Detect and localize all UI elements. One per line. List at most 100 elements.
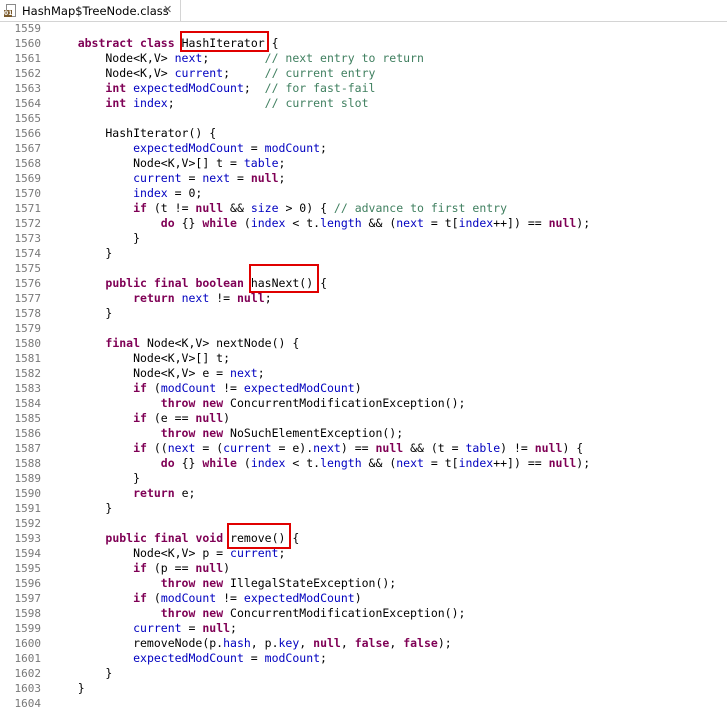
code-token: length (320, 216, 362, 230)
code-token: null (548, 216, 577, 230)
code-token: table (243, 156, 279, 170)
code-token: {} (174, 216, 203, 230)
line-number: 1601 (14, 652, 42, 665)
code-text: } (50, 666, 112, 681)
code-token: key (278, 636, 300, 650)
code-text: Node<K,V>[] t; (50, 351, 230, 366)
code-token: index (250, 456, 286, 470)
code-token: ( (236, 216, 251, 230)
code-token: ) (354, 591, 362, 605)
code-token: ); (437, 636, 452, 650)
code-token: && (223, 201, 251, 215)
code-token: {} (174, 456, 203, 470)
code-token: remove() { (223, 531, 300, 545)
code-token: , (299, 636, 314, 650)
code-token: null (236, 291, 265, 305)
code-token: next (181, 291, 210, 305)
code-token: } (50, 501, 113, 515)
line-number: 1577 (14, 292, 42, 305)
line-number: 1595 (14, 562, 42, 575)
line-number: 1580 (14, 337, 42, 350)
code-token: = ( (195, 441, 224, 455)
line-number: 1578 (14, 307, 42, 320)
editor-tab[interactable]: 01 HashMap$TreeNode.class ✕ (0, 0, 181, 21)
code-text: abstract class HashIterator { (50, 36, 279, 51)
line-number: 1574 (14, 247, 42, 260)
line-number: 1590 (14, 487, 42, 500)
line-number: 1592 (14, 517, 42, 530)
line-number: 1585 (14, 412, 42, 425)
code-token: null (195, 561, 224, 575)
code-token: current (133, 171, 182, 185)
code-token: = e). (271, 441, 314, 455)
code-token: next (174, 51, 203, 65)
code-token: current (174, 66, 224, 80)
code-token: ) != (500, 441, 535, 455)
code-token: index (133, 186, 168, 200)
code-token: throw (160, 426, 196, 440)
line-number: 1572 (14, 217, 42, 230)
code-token: } (50, 666, 113, 680)
code-token: next (167, 441, 196, 455)
code-text: } (50, 306, 112, 321)
code-token: ; (278, 171, 286, 185)
code-token: new (202, 426, 224, 440)
code-token: ; (243, 81, 265, 95)
code-token: ; (230, 621, 237, 635)
line-number: 1568 (14, 157, 42, 170)
code-token: expectedModCount (243, 591, 355, 605)
code-text: return next != null; (50, 291, 272, 306)
code-token: && (t = (403, 441, 466, 455)
close-tab-icon[interactable]: ✕ (163, 3, 172, 16)
code-token: } (50, 231, 141, 245)
code-token: null (250, 171, 279, 185)
line-number: 1560 (14, 37, 42, 50)
code-text: throw new IllegalStateException(); (50, 576, 396, 591)
code-token: null (313, 636, 341, 650)
code-token: } (50, 681, 85, 695)
code-text: return e; (50, 486, 195, 501)
code-token: if (133, 411, 147, 425)
code-editor[interactable]: 1559 1560 abstract class HashIterator {15… (0, 21, 727, 710)
code-token: final (153, 276, 189, 290)
code-token: // next entry to return (264, 51, 424, 65)
code-token: ; (320, 141, 327, 155)
code-token: = (230, 171, 251, 185)
code-token: null (195, 201, 224, 215)
code-token: && ( (361, 216, 397, 230)
line-number: 1584 (14, 397, 42, 410)
line-number: 1561 (14, 52, 42, 65)
code-token: ; (167, 96, 265, 110)
code-text: removeNode(p.hash, p.key, null, false, f… (50, 636, 452, 651)
code-token: ) (223, 561, 231, 575)
line-number: 1562 (14, 67, 42, 80)
code-token: if (133, 381, 147, 395)
code-token: public (105, 276, 147, 290)
code-token: Node<K,V> (50, 51, 175, 65)
code-token: // current slot (264, 96, 369, 110)
code-token: null (548, 456, 577, 470)
code-token: (t != (146, 201, 196, 215)
code-token: current (223, 441, 272, 455)
line-number: 1589 (14, 472, 42, 485)
line-number: 1575 (14, 262, 42, 275)
code-token: modCount (160, 381, 217, 395)
code-text: do {} while (index < t.length && (next =… (50, 456, 590, 471)
code-token: next (230, 366, 258, 380)
code-token: HashIterator() { (50, 126, 217, 140)
code-token: do (160, 456, 175, 470)
code-text: final Node<K,V> nextNode() { (50, 336, 299, 351)
code-token: removeNode(p. (50, 636, 224, 650)
code-text: Node<K,V> p = current; (50, 546, 285, 561)
code-token: abstract (77, 36, 134, 50)
code-text: if ((next = (current = e).next) == null … (50, 441, 583, 456)
code-token: , p. (250, 636, 279, 650)
code-text: int expectedModCount; // for fast-fail (50, 81, 375, 96)
